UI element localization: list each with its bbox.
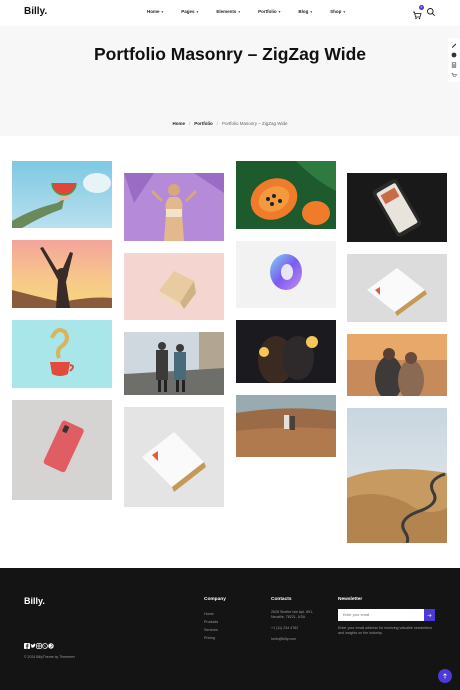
header-actions: 0 [412,5,436,20]
portfolio-item-couple-sunset[interactable] [347,334,447,396]
footer-logo[interactable]: Billy. [24,596,45,606]
chevron-down-icon: ▾ [161,9,164,14]
pinterest-icon[interactable] [48,643,54,649]
cart-button[interactable]: 0 [412,5,424,20]
chevron-down-icon: ▾ [196,9,199,14]
newsletter-form [338,609,435,621]
nav-blog-label: Blog [298,9,309,14]
page-title: Portfolio Masonry – ZigZag Wide [93,44,367,64]
chevron-down-icon: ▾ [238,9,241,14]
side-toolbar [448,38,460,82]
footer-email[interactable]: hello@billy.com [271,637,313,642]
celebration-image [12,240,112,308]
arrow-up-icon [443,673,447,679]
nav-home[interactable]: Home ▾ [147,9,163,14]
footer-contacts-heading: Contacts [271,597,292,602]
arrow-right-icon [427,613,432,617]
site-footer: Billy. © 2024 BillyTheme by Themerex Com… [0,568,460,690]
footer-company: Company Home Products Services Pricing [204,597,226,642]
document-icon[interactable] [451,62,457,68]
footer-company-heading: Company [204,597,226,602]
chevron-down-icon: ▾ [343,9,346,14]
purple-woman-image [124,173,224,241]
footer-newsletter: Newsletter Enter your email address for … [338,597,435,636]
site-header: Billy. Home ▾ Pages ▾ Elements ▾ Portfolio ▾… [0,0,460,26]
nav-elements-label: Elements [216,9,237,14]
nav-home-label: Home [147,9,160,14]
footer-contacts: Contacts 2628 Shelter Isle Apt. 891, Neu… [271,597,313,642]
back-to-top-button[interactable] [438,669,452,683]
cards-gray-image [347,254,447,322]
copyright-text: © 2024 BillyTheme by Themerex [24,655,75,659]
portfolio-item-pink-phone[interactable] [12,400,112,500]
footer-link-products[interactable]: Products [204,618,226,626]
breadcrumb-separator: / [188,121,191,126]
footer-address-line-2: Neuville, 78221, USA [271,615,306,619]
couple-walking-image [124,332,224,395]
footer-link-pricing[interactable]: Pricing [204,634,226,642]
palette-icon[interactable] [451,52,457,58]
portfolio-item-papaya[interactable] [236,161,336,229]
floating-cup-image [12,320,112,388]
search-icon[interactable] [426,7,436,17]
newsletter-email-input[interactable] [338,609,424,621]
main-nav: Home ▾ Pages ▾ Elements ▾ Portfolio ▾ Blog ▾ … [147,9,345,14]
phone-dark-image [347,173,447,242]
watermelon-hand-image [12,161,112,228]
sparklers-image [236,320,336,383]
breadcrumb-portfolio[interactable]: Portfolio [194,121,213,126]
footer-link-home[interactable]: Home [204,610,226,618]
nav-portfolio[interactable]: Portfolio ▾ [258,9,280,14]
nav-shop[interactable]: Shop ▾ [330,9,345,14]
nav-pages[interactable]: Pages ▾ [181,9,198,14]
portfolio-item-winding-road[interactable] [347,408,447,543]
chevron-down-icon: ▾ [278,9,281,14]
business-cards-image [124,407,224,507]
newsletter-note-line-2: and insights on the industry. [338,631,383,635]
portfolio-item-sparklers[interactable] [236,320,336,383]
footer-phone[interactable]: +1 (11) 234 4782 [271,626,313,631]
cart-count-badge: 0 [419,5,424,10]
glass-donut-image [236,241,336,308]
nav-elements[interactable]: Elements ▾ [216,9,240,14]
site-logo[interactable]: Billy. [24,6,47,17]
nav-portfolio-label: Portfolio [258,9,277,14]
portfolio-item-purple-woman[interactable] [124,173,224,241]
nav-pages-label: Pages [181,9,195,14]
field-couple-image [236,395,336,457]
breadcrumb: Home / Portfolio / Portfolio Masonry – ZigZa… [0,121,460,126]
portfolio-item-glass-donut[interactable] [236,241,336,308]
page-title-band [0,26,460,136]
portfolio-item-business-cards[interactable] [124,407,224,507]
chevron-down-icon: ▾ [310,9,313,14]
social-links [24,643,54,649]
breadcrumb-current: Portfolio Masonry – ZigZag Wide [222,121,288,126]
couple-sunset-image [347,334,447,396]
newsletter-submit-button[interactable] [424,609,435,621]
portfolio-item-celebration[interactable] [12,240,112,308]
portfolio-item-floating-cup[interactable] [12,320,112,388]
pink-phone-image [12,400,112,500]
breadcrumb-separator: / [216,121,218,126]
footer-newsletter-heading: Newsletter [338,597,363,602]
portfolio-item-field-couple[interactable] [236,395,336,457]
pink-box-image [124,253,224,320]
portfolio-item-watermelon-hand[interactable] [12,161,112,228]
papaya-image [236,161,336,229]
footer-link-services[interactable]: Services [204,626,226,634]
breadcrumb-home[interactable]: Home [172,121,185,126]
nav-blog[interactable]: Blog ▾ [298,9,312,14]
winding-road-image [347,408,447,543]
pen-icon[interactable] [451,42,457,48]
portfolio-item-phone-dark[interactable] [347,173,447,242]
portfolio-item-cards-gray[interactable] [347,254,447,322]
portfolio-item-pink-box[interactable] [124,253,224,320]
cart-icon[interactable] [451,72,457,78]
cart-icon [413,11,422,20]
portfolio-item-couple-walking[interactable] [124,332,224,395]
nav-shop-label: Shop [330,9,342,14]
